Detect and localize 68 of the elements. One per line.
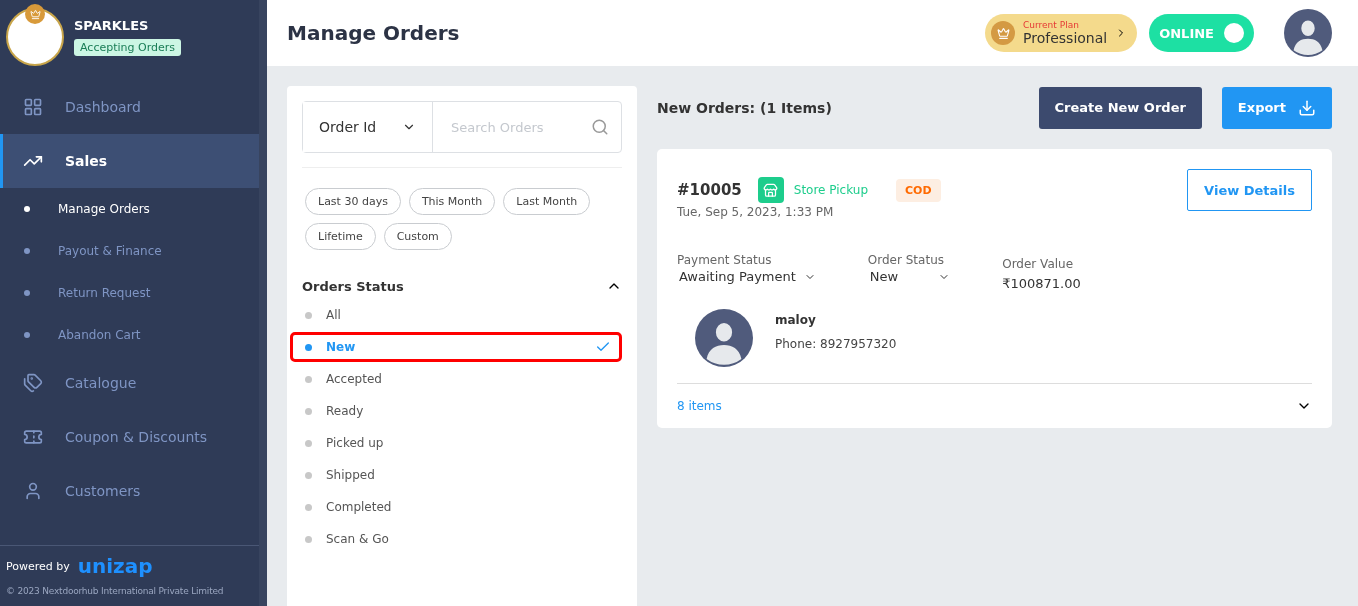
plan-name: Professional: [1023, 30, 1108, 46]
avatar-icon: [1284, 9, 1332, 57]
status-filter-item[interactable]: Picked up: [290, 428, 622, 458]
store-status-badge: Accepting Orders: [74, 39, 181, 56]
step-dot: [305, 503, 312, 511]
status-filter-item[interactable]: Shipped: [290, 460, 622, 490]
field-label: Payment Status: [677, 253, 773, 267]
status-filter-item[interactable]: Scan & Go: [290, 524, 622, 554]
plan-button[interactable]: Current Plan Professional: [985, 14, 1138, 52]
field-label: Order Status: [867, 253, 945, 267]
section-title: Orders Status: [302, 278, 404, 294]
step-dot: [305, 471, 312, 479]
create-order-button[interactable]: Create New Order: [1038, 86, 1202, 129]
page-title: Manage Orders: [287, 21, 461, 45]
payment-type-badge: COD: [896, 178, 941, 202]
user-icon: [23, 481, 43, 501]
nav-subitem[interactable]: Abandon Cart: [58, 328, 141, 342]
search-icon: [591, 118, 609, 136]
tag-icon: [23, 373, 43, 393]
step-dot: [305, 535, 312, 543]
step-dot: [305, 343, 312, 351]
order-date: Tue, Sep 5, 2023, 1:33 PM: [677, 205, 835, 219]
coupon-icon: [23, 427, 43, 447]
step-dot: [24, 248, 30, 254]
status-filter-item[interactable]: Ready: [290, 396, 622, 426]
status-filter-item[interactable]: Completed: [290, 492, 622, 522]
avatar-icon: [695, 309, 753, 367]
customer-name: maloy: [775, 313, 817, 327]
date-filter-chip[interactable]: This Month: [408, 188, 496, 215]
step-dot: [24, 206, 30, 212]
payment-status-dropdown[interactable]: Awaiting Payment: [677, 267, 818, 286]
orders-count-title: New Orders: (1 Items): [657, 99, 833, 116]
nav-item[interactable]: Coupon & Discounts: [0, 410, 259, 464]
field-label: Order Value: [1002, 257, 1075, 271]
powered-by-text: Powered by: [6, 559, 70, 573]
step-dot: [305, 311, 312, 319]
store-icon: [757, 177, 784, 203]
crown-icon: [991, 21, 1016, 45]
step-dot: [305, 375, 312, 383]
date-filter-chip[interactable]: Lifetime: [305, 223, 376, 250]
step-dot: [305, 407, 312, 415]
nav-item[interactable]: Catalogue: [0, 356, 259, 410]
customer-phone: Phone: 8927957320: [775, 337, 897, 351]
dashboard-icon: [23, 97, 43, 117]
store-name: SPARKLES: [74, 18, 150, 33]
brand-logo: unizap: [77, 554, 153, 578]
order-status-dropdown[interactable]: New: [867, 267, 953, 286]
nav-item[interactable]: Customers: [0, 464, 259, 518]
nav-subitem[interactable]: Manage Orders: [58, 202, 150, 216]
date-filter-chip[interactable]: Last 30 days: [305, 188, 401, 215]
nav-subitem[interactable]: Return Request: [58, 286, 151, 300]
plan-label: Current Plan: [1023, 20, 1080, 30]
order-id: #10005: [677, 181, 742, 199]
date-filter-chip[interactable]: Custom: [383, 223, 452, 250]
status-filter-item[interactable]: Accepted: [290, 364, 622, 394]
step-dot: [305, 439, 312, 447]
nav-subitem[interactable]: Payout & Finance: [58, 244, 162, 258]
copyright-text: © 2023 Nextdoorhub International Private Limited: [6, 585, 225, 598]
date-filter-chip[interactable]: Last Month: [503, 188, 591, 215]
step-dot: [24, 332, 30, 338]
status-filter-item[interactable]: All: [290, 300, 622, 330]
nav-item[interactable]: Sales: [0, 134, 259, 188]
nav-item[interactable]: Dashboard: [0, 80, 259, 134]
search-type-select[interactable]: Order Id: [303, 102, 433, 152]
delivery-type: Store Pickup: [793, 183, 868, 197]
order-value: ₹100871.00: [1002, 276, 1081, 291]
download-icon: [1298, 98, 1316, 117]
step-dot: [24, 290, 30, 296]
